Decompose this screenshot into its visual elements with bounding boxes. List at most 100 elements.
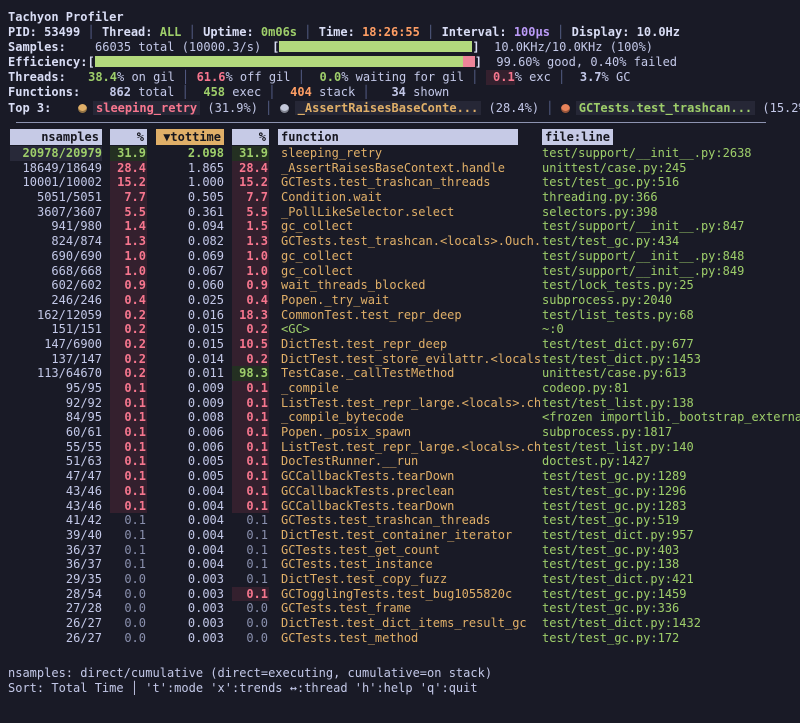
nsamples-cell: 26/27 — [10, 616, 102, 631]
table-row[interactable]: 10001/1000215.21.00015.2GCTests.test_tra… — [10, 175, 800, 190]
file-line-value: test/test_gc.py:1283 — [542, 499, 687, 513]
pct-cumulative-cell: 5.5 — [224, 205, 269, 220]
table-row[interactable]: 941/9801.40.0941.5gc_collecttest/support… — [10, 219, 800, 234]
table-row[interactable]: 41/420.10.0040.1GCTests.test_trashcan_th… — [10, 513, 800, 528]
separator: │ — [174, 85, 196, 99]
function-name: _PollLikeSelector.select — [281, 205, 454, 219]
table-row[interactable]: 28/540.00.0030.1GCTogglingTests.test_bug… — [10, 587, 800, 602]
table-row[interactable]: 36/370.10.0040.1GCTests.test_get_countte… — [10, 543, 800, 558]
table-row[interactable]: 3607/36075.50.3615.5_PollLikeSelector.se… — [10, 205, 800, 220]
function-cell: _AssertRaisesBaseContext.handle — [269, 161, 541, 176]
column-header-pct-cumulative[interactable]: % — [232, 129, 269, 145]
tottime-cell: 0.069 — [147, 249, 224, 264]
file-cell: test/test_gc.py:138 — [541, 557, 800, 572]
table-row[interactable]: 27/280.00.0030.0GCTests.test_frametest/t… — [10, 601, 800, 616]
file-cell: test/test_gc.py:519 — [541, 513, 800, 528]
tottime-value: 0.069 — [188, 249, 224, 263]
stat-label: Interval: — [442, 25, 514, 39]
tottime-cell: 0.006 — [147, 440, 224, 455]
function-cell: DictTest.test_repr_deep — [269, 337, 541, 352]
table-row[interactable]: 151/1510.20.0150.2<GC>~:0 — [10, 322, 800, 337]
pct-cumulative-value: 5.5 — [232, 205, 269, 220]
table-row[interactable]: 20978/2097931.92.09831.9sleeping_retryte… — [10, 146, 800, 161]
tottime-cell: 0.009 — [147, 381, 224, 396]
table-row[interactable]: 29/350.00.0030.1DictTest.test_copy_fuzzt… — [10, 572, 800, 587]
stat-label: Uptime: — [203, 25, 261, 39]
nsamples-value: 10001/10002 — [23, 175, 102, 189]
pct-cumulative-cell: 98.3 — [224, 366, 269, 381]
column-header-function[interactable]: function — [278, 129, 518, 145]
table-row[interactable]: 43/460.10.0040.1GCCallbackTests.tearDown… — [10, 499, 800, 514]
table-row[interactable]: 60/610.10.0060.1Popen._posix_spawnsubpro… — [10, 425, 800, 440]
nsamples-cell: 3607/3607 — [10, 205, 102, 220]
table-row[interactable]: 690/6901.00.0691.0gc_collecttest/support… — [10, 249, 800, 264]
column-header-nsamples[interactable]: nsamples — [10, 129, 102, 145]
table-row[interactable]: 18649/1864928.41.86528.4_AssertRaisesBas… — [10, 161, 800, 176]
table-row[interactable]: 668/6681.00.0671.0gc_collecttest/support… — [10, 264, 800, 279]
pct-direct-cell: 0.0 — [102, 616, 147, 631]
file-line-value: selectors.py:398 — [542, 205, 658, 219]
table-row[interactable]: 92/920.10.0090.1ListTest.test_repr_large… — [10, 396, 800, 411]
efficiency-bar-open-bracket: [ — [87, 55, 94, 69]
table-row[interactable]: 55/550.10.0060.1ListTest.test_repr_large… — [10, 440, 800, 455]
top3-function-name[interactable]: GCTests.test_trashcan... — [576, 101, 755, 115]
pct-direct-cell: 0.2 — [102, 322, 147, 337]
file-cell: test/test_gc.py:516 — [541, 175, 800, 190]
nsamples-cell: 162/12059 — [10, 308, 102, 323]
table-row[interactable]: 162/120590.20.01618.3CommonTest.test_rep… — [10, 308, 800, 323]
function-name: GCTests.test_trashcan.<locals>.Ouch.... — [281, 234, 541, 248]
pct-cumulative-cell: 10.5 — [224, 337, 269, 352]
tottime-cell: 0.015 — [147, 337, 224, 352]
function-name: GCTests.test_frame — [281, 601, 411, 615]
nsamples-cell: 18649/18649 — [10, 161, 102, 176]
file-cell: subprocess.py:1817 — [541, 425, 800, 440]
table-row[interactable]: 36/370.10.0040.1GCTests.test_instancetes… — [10, 557, 800, 572]
pct-cumulative-value: 98.3 — [232, 366, 269, 381]
column-header-tottime-sorted[interactable]: ▼tottime — [156, 129, 224, 145]
table-row[interactable]: 26/270.00.0030.0DictTest.test_dict_items… — [10, 616, 800, 631]
nsamples-value: 36/37 — [66, 557, 102, 571]
nsamples-value: 41/42 — [66, 513, 102, 527]
pct-cumulative-value: 0.2 — [232, 322, 269, 337]
table-row[interactable]: 43/460.10.0040.1GCCallbackTests.preclean… — [10, 484, 800, 499]
table-row[interactable]: 137/1470.20.0140.2DictTest.test_store_ev… — [10, 352, 800, 367]
efficiency-bar-good — [95, 56, 463, 67]
tottime-value: 0.015 — [188, 337, 224, 351]
file-cell: subprocess.py:2040 — [541, 293, 800, 308]
tottime-value: 0.004 — [188, 484, 224, 498]
file-cell: test/test_gc.py:1289 — [541, 469, 800, 484]
table-row[interactable]: 51/630.10.0050.1DocTestRunner.__rundocte… — [10, 454, 800, 469]
top3-label: Top 3: — [8, 100, 78, 116]
pct-direct-cell: 0.4 — [102, 293, 147, 308]
top3-function-name[interactable]: _AssertRaisesBaseConte... — [295, 101, 482, 115]
table-row[interactable]: 147/69000.20.01510.5DictTest.test_repr_d… — [10, 337, 800, 352]
top3-function-name[interactable]: sleeping_retry — [93, 101, 200, 115]
table-row[interactable]: 95/950.10.0090.1_compilecodeop.py:81 — [10, 381, 800, 396]
pct-cumulative-value: 15.2 — [232, 175, 269, 190]
separator: │ — [355, 85, 377, 99]
nsamples-value: 162/12059 — [37, 308, 102, 322]
pct-direct-value: 0.4 — [110, 293, 147, 308]
column-header-file-line[interactable]: file:line — [542, 129, 613, 145]
table-row[interactable]: 39/400.10.0040.1DictTest.test_container_… — [10, 528, 800, 543]
pct-cumulative-value: 0.1 — [232, 587, 269, 602]
column-header-pct-direct[interactable]: % — [110, 129, 147, 145]
function-cell: TestCase._callTestMethod — [269, 366, 541, 381]
table-row[interactable]: 824/8741.30.0821.3GCTests.test_trashcan.… — [10, 234, 800, 249]
table-row[interactable]: 26/270.00.0030.0GCTests.test_methodtest/… — [10, 631, 800, 646]
pct-cumulative-value: 1.5 — [232, 219, 269, 234]
function-name: Popen._try_wait — [281, 293, 389, 307]
table-row[interactable]: 246/2460.40.0250.4Popen._try_waitsubproc… — [10, 293, 800, 308]
tottime-value: 0.003 — [188, 601, 224, 615]
stat-value: ALL — [160, 25, 182, 39]
status-line-top3: Top 3:sleeping_retry (31.9%) │ _AssertRa… — [8, 100, 800, 116]
tottime-cell: 0.004 — [147, 528, 224, 543]
table-row[interactable]: 84/950.10.0080.1_compile_bytecode<frozen… — [10, 410, 800, 425]
table-row[interactable]: 602/6020.90.0600.9wait_threads_blockedte… — [10, 278, 800, 293]
nsamples-cell: 151/151 — [10, 322, 102, 337]
table-row[interactable]: 47/470.10.0050.1GCCallbackTests.tearDown… — [10, 469, 800, 484]
pct-cumulative-cell: 0.1 — [224, 499, 269, 514]
function-name: Popen._posix_spawn — [281, 425, 411, 439]
table-row[interactable]: 5051/50517.70.5057.7Condition.waitthread… — [10, 190, 800, 205]
table-row[interactable]: 113/646700.20.01198.3TestCase._callTestM… — [10, 366, 800, 381]
